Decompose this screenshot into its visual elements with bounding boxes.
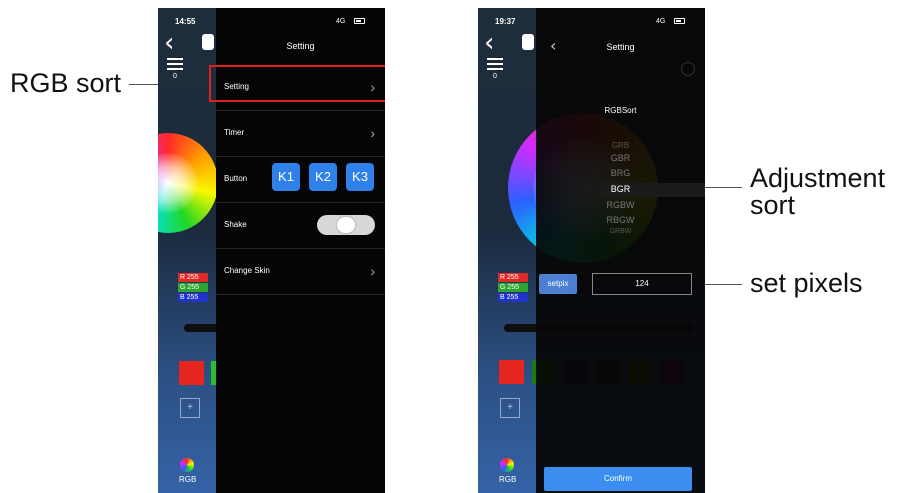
sort-option-rgbw[interactable]: RGBW [536,200,705,210]
app-tile-icon[interactable] [202,34,214,50]
rgb-nav-icon[interactable] [500,458,514,472]
blue-value: B 255 [498,293,528,302]
rgb-nav-icon[interactable] [180,458,194,472]
panel-title: Setting [606,42,635,52]
shake-row-label: Shake [224,220,247,229]
adjustment-sort-annotation-line2: sort [750,190,796,220]
swatch-red[interactable] [179,361,204,385]
adjustment-sort-annotation-line1: Adjustment [750,163,886,193]
list-menu-icon[interactable] [167,58,183,73]
sort-option-gbr[interactable]: GBR [536,153,705,163]
set-pixels-annotation: set pixels [750,268,863,298]
pixel-count-input[interactable]: 124 [592,273,692,295]
green-value: G 255 [498,283,528,292]
chevron-right-icon: › [370,263,375,279]
red-value: R 255 [178,273,208,282]
menu-count: 0 [493,73,497,80]
green-value: G 255 [178,283,208,292]
swatch-red[interactable] [499,360,524,384]
red-value: R 255 [498,273,528,282]
add-swatch-button[interactable]: + [500,398,520,418]
rgb-sort-title: RGBSort [604,106,637,115]
button-row: Button K1 K2 K3 [216,157,385,203]
timer-row-label: Timer [224,128,245,137]
add-swatch-button[interactable]: + [180,398,200,418]
timer-row[interactable]: Timer › [216,111,385,157]
k3-button[interactable]: K3 [346,163,374,191]
rgb-nav-label[interactable]: RGB [499,475,516,484]
k2-button[interactable]: K2 [309,163,337,191]
battery-icon [354,18,365,24]
sort-option-rbgw[interactable]: RBGW [536,215,705,225]
rgb-sort-panel: 4G ‹ Setting RGBSort GRB GBR BRG BGR RGB… [536,8,705,493]
sort-option-brg[interactable]: BRG [536,168,705,178]
change-skin-row[interactable]: Change Skin › [216,249,385,295]
list-menu-icon[interactable] [487,58,503,73]
phone-screen-left: 14:55 ‹ 0 R 255 G 255 B 255 + RGB 4G Set… [158,8,385,493]
blue-value: B 255 [178,293,208,302]
back-chevron-icon[interactable]: ‹ [484,30,494,56]
app-tile-icon[interactable] [522,34,534,50]
confirm-button[interactable]: Confirm [544,467,692,491]
signal-icon: 4G [656,18,666,25]
rgb-nav-label[interactable]: RGB [179,475,196,484]
button-row-label: Button [224,174,248,183]
setpix-button[interactable]: setpix [539,274,577,294]
status-time: 19:37 [495,17,516,26]
rgb-sort-annotation: RGB sort [10,68,122,98]
sort-option-grb[interactable]: GRB [536,141,705,150]
sort-option-bgr-selected[interactable]: BGR [536,184,705,194]
k1-button[interactable]: K1 [272,163,300,191]
signal-icon: 4G [336,18,346,25]
panel-title: Setting [286,41,315,51]
status-time: 14:55 [175,17,196,26]
sort-option-grbw[interactable]: GRBW [536,228,705,235]
shake-row: Shake [216,203,385,249]
power-icon[interactable] [681,62,695,76]
back-chevron-icon[interactable]: ‹ [164,30,174,56]
battery-icon [674,18,685,24]
setting-row-highlight [209,65,385,102]
chevron-right-icon: › [370,125,375,141]
change-skin-row-label: Change Skin [224,266,270,275]
shake-toggle[interactable] [317,215,375,235]
phone-screen-right: 19:37 ‹ 0 R 255 G 255 B 255 + RGB 4G ‹ S… [478,8,705,493]
menu-count: 0 [173,73,177,80]
toggle-knob [337,217,355,233]
